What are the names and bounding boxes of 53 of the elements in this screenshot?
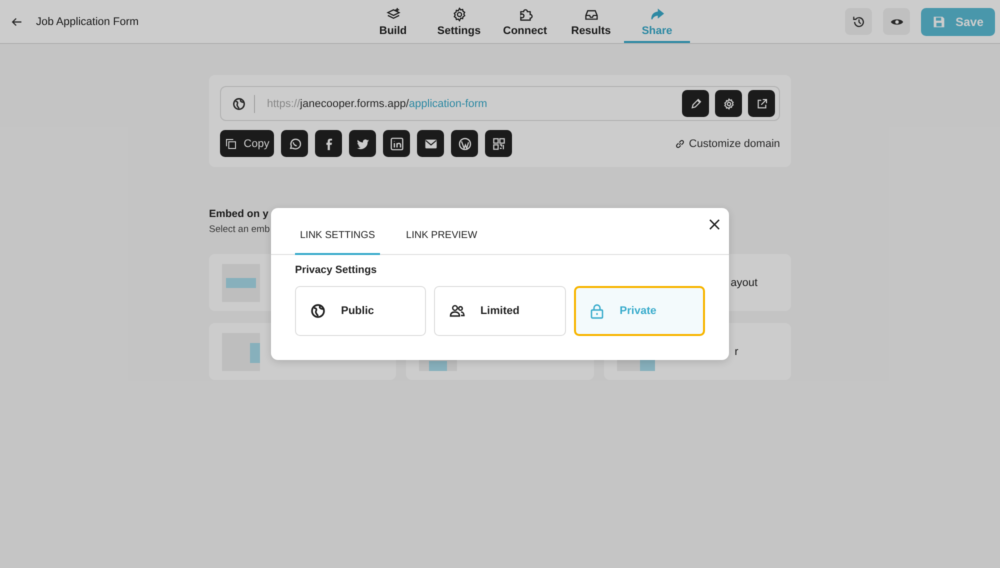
copy-button[interactable]: Copy <box>220 130 274 157</box>
bird-icon <box>356 136 370 150</box>
nav-tab[interactable]: Settings <box>426 0 492 43</box>
linkedin-button[interactable] <box>383 130 410 157</box>
history-icon <box>852 14 866 28</box>
close-icon[interactable] <box>709 219 720 230</box>
section-heading: Embed on y <box>209 208 269 220</box>
url-text: https://janecooper.forms.app/application-form <box>267 98 488 110</box>
gear-icon <box>722 98 734 110</box>
preview-button[interactable] <box>883 8 910 35</box>
settings-button[interactable] <box>715 90 742 117</box>
nav-tab[interactable]: Results <box>558 0 624 43</box>
share-arrow-icon <box>650 6 664 22</box>
nav-tab[interactable]: Connect <box>492 0 558 43</box>
card-label: ayout <box>730 276 758 288</box>
dialog-tab[interactable]: LINK PREVIEW <box>401 208 482 255</box>
twitter-button[interactable] <box>349 130 376 157</box>
card-label: r <box>734 346 738 358</box>
envelope-icon <box>424 136 438 150</box>
customize-domain-link[interactable]: Customize domain <box>674 138 780 150</box>
facebook-button[interactable] <box>315 130 342 157</box>
layers-icon <box>386 6 400 22</box>
email-button[interactable] <box>417 130 444 157</box>
external-link-icon <box>756 98 768 110</box>
globe-icon <box>310 303 326 319</box>
layout-thumbnail <box>222 264 260 302</box>
url-field[interactable]: https://janecooper.forms.app/application-form <box>220 86 780 121</box>
wordpress-button[interactable] <box>451 130 478 157</box>
pencil-icon <box>690 98 702 110</box>
linkedin-icon <box>390 136 404 150</box>
lock-icon <box>588 303 605 319</box>
qr-code-icon <box>492 136 506 150</box>
dialog-tab[interactable]: LINK SETTINGS <box>295 208 380 255</box>
privacy-option[interactable]: Public <box>295 286 426 336</box>
edit-button[interactable] <box>682 90 709 117</box>
section-subtitle: Select an emb <box>209 224 270 235</box>
users-icon <box>449 303 466 319</box>
whatsapp-button[interactable] <box>281 130 308 157</box>
history-button[interactable] <box>845 8 872 35</box>
form-title: Job Application Form <box>36 16 139 28</box>
open-link-button[interactable] <box>748 90 775 117</box>
privacy-heading: Privacy Settings <box>295 264 378 276</box>
link-icon <box>674 138 686 150</box>
nav-tab[interactable]: Build <box>360 0 426 43</box>
layout-thumbnail <box>222 332 260 370</box>
qr-code-button[interactable] <box>485 130 512 157</box>
puzzle-icon <box>518 6 532 22</box>
gear-icon <box>452 6 466 22</box>
globe-icon <box>232 96 246 110</box>
copy-icon <box>224 138 237 150</box>
privacy-option[interactable]: Limited <box>434 286 566 336</box>
whatsapp-icon <box>288 136 302 150</box>
wordpress-icon <box>458 136 472 150</box>
